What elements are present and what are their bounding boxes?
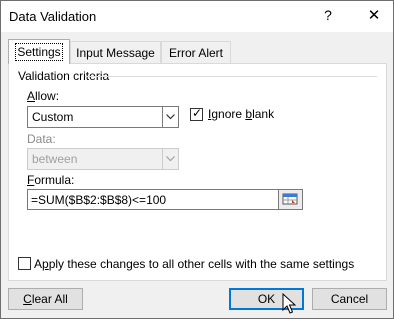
data-select-value: between <box>32 152 78 166</box>
clear-all-label: Clear All <box>23 292 68 306</box>
collapse-dialog-icon <box>282 193 298 205</box>
checkmark-icon: ✓ <box>192 106 203 120</box>
allow-select[interactable]: Custom <box>27 106 179 128</box>
dialog-title: Data Validation <box>9 9 97 24</box>
help-button[interactable]: ? <box>317 7 339 27</box>
tab-input-message[interactable]: Input Message <box>70 41 161 63</box>
tab-error-alert-label: Error Alert <box>168 46 223 60</box>
formula-input[interactable]: =SUM($B$2:$B$8)<=100 <box>27 189 303 210</box>
data-select[interactable]: between <box>27 148 179 170</box>
apply-all-checkbox[interactable] <box>18 257 31 270</box>
tab-settings[interactable]: Settings <box>8 39 70 64</box>
cancel-label: Cancel <box>330 292 369 306</box>
formula-value: =SUM($B$2:$B$8)<=100 <box>31 193 167 207</box>
chevron-down-icon <box>162 107 178 127</box>
mouse-pointer-icon <box>282 293 296 314</box>
ok-label: OK <box>257 292 276 306</box>
allow-select-value: Custom <box>32 110 74 124</box>
group-divider <box>85 76 377 77</box>
formula-label: Formula: <box>27 173 75 187</box>
data-label: Data: <box>27 132 56 146</box>
title-bar: Data Validation ? ✕ <box>1 1 393 32</box>
cancel-button[interactable]: Cancel <box>312 288 387 310</box>
allow-label: Allow: <box>27 89 60 103</box>
range-picker-button[interactable] <box>278 189 303 210</box>
ignore-blank-checkbox[interactable]: ✓ <box>190 106 203 121</box>
tab-error-alert[interactable]: Error Alert <box>161 41 231 63</box>
clear-all-button[interactable]: Clear All <box>8 288 83 310</box>
allow-label-rest: llow: <box>35 89 60 103</box>
ignore-blank-label: Ignore blank <box>208 107 275 121</box>
tab-input-message-label: Input Message <box>76 46 155 60</box>
chevron-down-icon <box>162 149 178 169</box>
close-button[interactable]: ✕ <box>363 6 385 26</box>
data-validation-dialog: Data Validation ? ✕ Settings Input Messa… <box>0 0 394 319</box>
tab-settings-label: Settings <box>15 43 63 61</box>
apply-all-label: Apply these changes to all other cells w… <box>34 257 355 271</box>
settings-panel <box>8 63 387 281</box>
